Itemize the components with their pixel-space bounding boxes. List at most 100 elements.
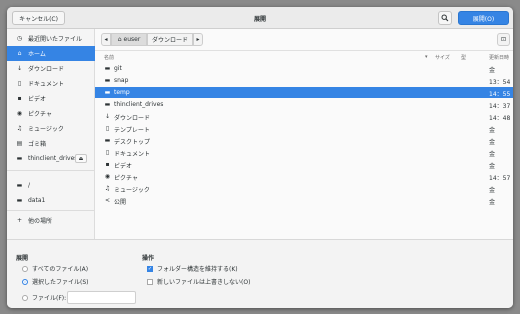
file-row[interactable]: ▬ temp 14：55 xyxy=(95,87,513,98)
drive-icon: ▬ xyxy=(16,197,23,204)
no-overwrite-checkbox[interactable]: 新しいファイルは上書きしない(O) xyxy=(147,277,250,286)
sidebar-item-label: data1 xyxy=(28,197,46,204)
chevron-right-icon: ▸ xyxy=(196,36,200,43)
sidebar-item-home[interactable]: ⌂ ホーム xyxy=(7,46,95,61)
file-name: snap xyxy=(114,77,129,84)
sidebar-item-label: ドキュメント xyxy=(28,81,65,88)
radio-all-files[interactable]: すべてのファイル(A) xyxy=(22,264,88,273)
file-row[interactable]: ▯ ドキュメント 金 xyxy=(95,147,513,158)
sidebar-item-documents[interactable]: ▯ ドキュメント xyxy=(7,76,95,91)
breadcrumb-downloads[interactable]: ダウンロード xyxy=(147,33,193,46)
search-icon xyxy=(441,14,449,22)
file-row[interactable]: < 公開 金 xyxy=(95,195,513,206)
radio-label: ファイル(F): xyxy=(32,295,67,302)
places-sidebar: ◷ 最近開いたファイル ⌂ ホーム ↓ ダウンロード ▯ ドキュメント ▪ ビデオ ◉ ピク… xyxy=(7,29,95,239)
file-modified: 金 xyxy=(489,127,496,134)
search-button[interactable] xyxy=(438,11,452,25)
file-row[interactable]: ♫ ミュージック 金 xyxy=(95,183,513,194)
file-row[interactable]: ▬ git 金 xyxy=(95,63,513,74)
video-icon: ▪ xyxy=(17,95,22,102)
folder-icon: ▬ xyxy=(104,89,111,96)
column-modified[interactable]: 更新日時 xyxy=(489,54,509,61)
file-name: thinclient_drives xyxy=(114,101,164,108)
dialog-title: 展開 xyxy=(253,16,266,23)
file-modified: 14：37 xyxy=(489,103,511,110)
file-modified: 14：48 xyxy=(489,115,511,122)
drive-icon: ▬ xyxy=(16,182,23,189)
keep-structure-checkbox[interactable]: ✓ フォルダー構造を維持する(K) xyxy=(147,264,238,273)
sidebar-item-music[interactable]: ♫ ミュージック xyxy=(7,121,95,136)
clock-icon: ◷ xyxy=(16,35,23,42)
file-row[interactable]: ▯ テンプレート 金 xyxy=(95,123,513,134)
column-name[interactable]: 名前 xyxy=(104,54,114,61)
new-folder-icon: ⊡ xyxy=(500,36,507,43)
new-folder-button[interactable]: ⊡ xyxy=(497,33,510,46)
chevron-left-icon: ◂ xyxy=(104,36,108,43)
eject-button[interactable]: ⏏ xyxy=(75,154,87,163)
file-name: テンプレート xyxy=(114,127,150,134)
radio-label: すべてのファイル(A) xyxy=(32,266,89,273)
open-button[interactable]: 展開(O) xyxy=(458,11,509,25)
file-row[interactable]: ▬ snap 13：54 xyxy=(95,75,513,86)
breadcrumb-label: ダウンロード xyxy=(151,37,188,44)
cancel-button[interactable]: キャンセル(C) xyxy=(12,11,65,25)
folder-icon: ▬ xyxy=(104,137,111,144)
document-icon: ▯ xyxy=(105,149,110,156)
file-row[interactable]: ▬ thinclient_drives 14：37 xyxy=(95,99,513,110)
sidebar-item-trash[interactable]: ▤ ゴミ箱 xyxy=(7,136,95,151)
sidebar-item-label: ダウンロード xyxy=(28,66,65,73)
sidebar-item-other-locations[interactable]: + 他の場所 xyxy=(7,213,95,228)
options-panel: 展開 すべてのファイル(A) 選択したファイル(S) ファイル(F): 操作 ✓… xyxy=(7,239,513,308)
document-icon: ▯ xyxy=(17,80,22,87)
drive-icon: ▬ xyxy=(16,155,23,162)
file-row[interactable]: ▪ ビデオ 金 xyxy=(95,159,513,170)
music-icon: ♫ xyxy=(16,125,23,132)
file-modified: 金 xyxy=(489,67,496,74)
file-name: 公開 xyxy=(114,199,127,206)
file-row[interactable]: ↓ ダウンロード 14：48 xyxy=(95,111,513,122)
checkbox-indicator xyxy=(147,278,153,285)
file-name: ミュージック xyxy=(114,187,150,194)
sidebar-item-label: ピクチャ xyxy=(28,111,52,118)
trash-icon: ▤ xyxy=(16,140,23,147)
sort-indicator-icon: ▾ xyxy=(425,54,428,60)
radio-selected-files[interactable]: 選択したファイル(S) xyxy=(22,277,89,286)
path-forward-button[interactable]: ▸ xyxy=(193,33,203,46)
path-back-button[interactable]: ◂ xyxy=(101,33,111,46)
column-type[interactable]: 型 xyxy=(461,54,466,61)
radio-label: 選択したファイル(S) xyxy=(32,279,89,286)
music-icon: ♫ xyxy=(104,185,111,192)
radio-file-pattern[interactable]: ファイル(F): xyxy=(22,293,66,302)
download-icon: ↓ xyxy=(104,113,111,120)
breadcrumb-home[interactable]: ⌂ euser xyxy=(111,33,147,46)
sidebar-item-pictures[interactable]: ◉ ピクチャ xyxy=(7,106,95,121)
sidebar-item-videos[interactable]: ▪ ビデオ xyxy=(7,91,95,106)
plus-icon: + xyxy=(16,217,23,224)
sidebar-divider xyxy=(7,210,95,211)
file-row[interactable]: ▬ デスクトップ 金 xyxy=(95,135,513,146)
column-size[interactable]: サイズ xyxy=(435,54,450,61)
folder-icon: ▬ xyxy=(104,77,111,84)
sidebar-item-root[interactable]: ▬ / xyxy=(7,178,95,193)
file-name: ドキュメント xyxy=(114,151,151,158)
sidebar-item-label: 最近開いたファイル xyxy=(28,36,83,43)
sidebar-divider xyxy=(7,170,95,171)
sidebar-item-thinclient-drives[interactable]: ▬ thinclient_drives ⏏ xyxy=(7,151,95,166)
extract-dialog: キャンセル(C) 展開 展開(O) ◷ 最近開いたファイル ⌂ ホーム ↓ ダウンロー… xyxy=(7,7,513,308)
file-modified: 金 xyxy=(489,163,496,170)
radio-indicator xyxy=(22,265,28,272)
file-row[interactable]: ◉ ピクチャ 14：57 xyxy=(95,171,513,182)
file-name: デスクトップ xyxy=(114,139,151,146)
file-modified: 金 xyxy=(489,187,496,194)
folder-icon: ▬ xyxy=(104,65,111,72)
checkmark-icon: ✓ xyxy=(147,265,153,272)
radio-indicator xyxy=(22,278,28,285)
file-list-header: 名前 ▾ サイズ 型 更新日時 xyxy=(95,51,513,62)
camera-icon: ◉ xyxy=(16,110,23,117)
sidebar-item-recent[interactable]: ◷ 最近開いたファイル xyxy=(7,31,95,46)
file-pattern-input[interactable] xyxy=(67,291,136,304)
sidebar-item-downloads[interactable]: ↓ ダウンロード xyxy=(7,61,95,76)
camera-icon: ◉ xyxy=(104,173,111,180)
sidebar-item-label: ビデオ xyxy=(28,96,47,103)
sidebar-item-data1[interactable]: ▬ data1 xyxy=(7,193,95,208)
